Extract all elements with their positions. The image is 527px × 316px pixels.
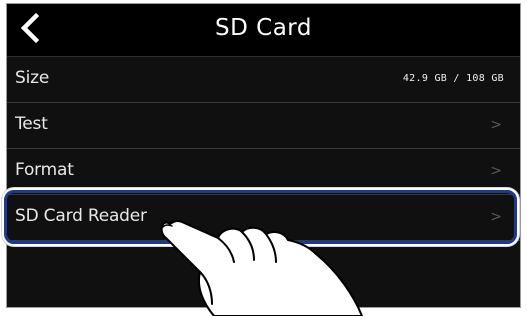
chevron-right-icon: >	[490, 209, 502, 225]
menu-item-label: Size	[15, 68, 50, 88]
menu-item-label: Format	[15, 160, 74, 180]
device-screen: SD Card Size 42.9 GB / 108 GB Test > For…	[6, 3, 521, 308]
header: SD Card	[7, 4, 520, 57]
menu-item-sd-card-reader[interactable]: SD Card Reader >	[7, 195, 520, 241]
menu-item-format[interactable]: Format >	[7, 149, 520, 195]
page-title: SD Card	[215, 15, 312, 41]
size-value: 42.9 GB / 108 GB	[402, 73, 504, 84]
menu-item-label: Test	[15, 114, 48, 134]
chevron-right-icon: >	[490, 117, 502, 133]
menu-item-size: Size 42.9 GB / 108 GB	[7, 57, 520, 103]
chevron-right-icon: >	[490, 163, 502, 179]
menu-item-label: SD Card Reader	[15, 206, 147, 226]
menu-item-test[interactable]: Test >	[7, 103, 520, 149]
